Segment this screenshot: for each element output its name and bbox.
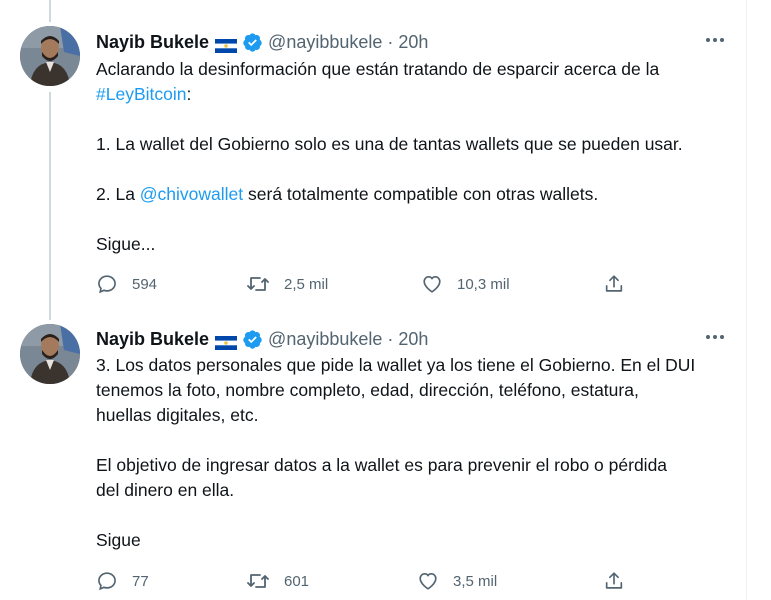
reply-icon	[98, 275, 116, 294]
retweet-icon	[247, 574, 269, 588]
timeline: Nayib Bukele @nayibbukele · 20h Aclarand…	[0, 0, 747, 600]
retweet-icon	[247, 277, 269, 291]
retweet-button[interactable]: 601	[246, 569, 309, 593]
share-button[interactable]	[603, 569, 625, 593]
tweet-text-line: del dinero en ella.	[96, 480, 235, 500]
tweet-text-line: #LeyBitcoin:	[96, 82, 726, 107]
reply-button[interactable]: 77	[96, 569, 149, 593]
avatar-photo	[20, 26, 80, 86]
more-icon[interactable]	[703, 32, 727, 48]
text-fragment: 2. La	[96, 184, 140, 204]
avatar[interactable]	[20, 324, 80, 384]
tweet-time[interactable]: · 20h	[387, 30, 428, 54]
retweet-button[interactable]: 2,5 mil	[246, 272, 328, 296]
el-salvador-flag-icon	[215, 332, 238, 350]
reply-button[interactable]: 594	[96, 272, 157, 296]
retweet-count: 601	[284, 572, 310, 590]
tweet[interactable]: Nayib Bukele @nayibbukele · 20h	[0, 0, 747, 310]
author-name[interactable]: Nayib Bukele	[96, 30, 209, 54]
verified-badge-icon	[242, 32, 263, 53]
hashtag-link[interactable]: #LeyBitcoin	[96, 84, 186, 104]
reply-count: 77	[132, 572, 149, 590]
tweet[interactable]: Nayib Bukele @nayibbukele · 20h	[0, 310, 747, 600]
heart-icon	[423, 276, 441, 293]
tweet-header: Nayib Bukele @nayibbukele · 20h	[96, 30, 428, 54]
tweet-text-line: 1. La wallet del Gobierno solo es una de…	[96, 134, 683, 154]
tweet-text: Aclarando la desinformación que están tr…	[96, 57, 726, 257]
like-count: 10,3 mil	[457, 275, 510, 293]
author-handle[interactable]: @nayibbukele	[268, 30, 382, 54]
text-fragment: será totalmente compatible con otras wal…	[243, 184, 599, 204]
heart-icon	[419, 573, 437, 590]
like-button[interactable]: 3,5 mil	[417, 569, 497, 593]
more-icon[interactable]	[703, 329, 727, 345]
mention-link[interactable]: @chivowallet	[140, 184, 243, 204]
author-handle[interactable]: @nayibbukele	[268, 327, 382, 351]
avatar-photo	[20, 324, 80, 384]
tweet-text: 3. Los datos personales que pide la wall…	[96, 353, 726, 553]
tweet-text-line: Sigue	[96, 530, 141, 550]
tweet-text-line: 2. La @chivowallet será totalmente compa…	[96, 182, 726, 207]
hashtag-suffix: :	[186, 84, 192, 104]
verified-badge-icon	[242, 329, 263, 350]
reply-count: 594	[132, 275, 158, 293]
tweet-text-line: tenemos la foto, nombre completo, edad, …	[96, 380, 639, 400]
avatar[interactable]	[20, 26, 80, 86]
tweet-text-line: Aclarando la desinformación que están tr…	[96, 59, 660, 79]
author-name[interactable]: Nayib Bukele	[96, 327, 209, 351]
tweet-header: Nayib Bukele @nayibbukele · 20h	[96, 327, 428, 351]
reply-icon	[98, 572, 116, 591]
retweet-count: 2,5 mil	[284, 275, 329, 293]
tweet-text-line: 3. Los datos personales que pide la wall…	[96, 355, 696, 375]
like-count: 3,5 mil	[453, 572, 498, 590]
like-button[interactable]: 10,3 mil	[421, 272, 510, 296]
tweet-text-line: huellas digitales, etc.	[96, 405, 259, 425]
tweet-text-line: El objetivo de ingresar datos a la walle…	[96, 455, 668, 475]
tweet-time[interactable]: · 20h	[387, 327, 428, 351]
share-button[interactable]	[603, 272, 625, 296]
tweet-text-line: Sigue...	[96, 234, 156, 254]
el-salvador-flag-icon	[215, 35, 238, 53]
share-icon	[605, 275, 623, 292]
share-icon	[605, 572, 623, 589]
